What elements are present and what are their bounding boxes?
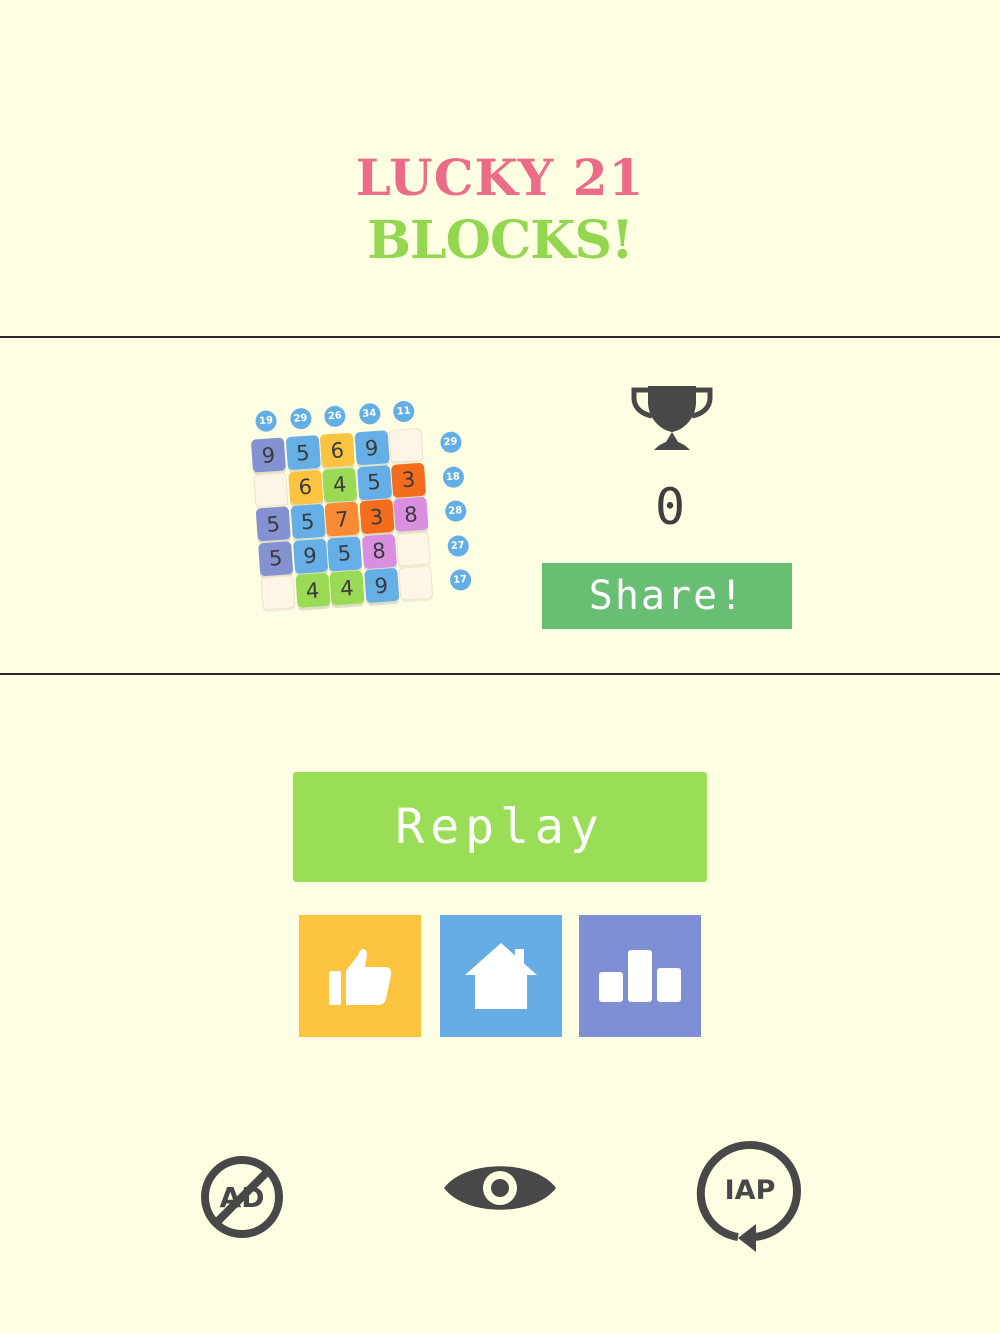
iap-restore-icon: IAP <box>696 1140 802 1252</box>
empty-block <box>253 471 289 508</box>
thumbs-up-icon <box>329 949 392 1005</box>
number-block: 5 <box>285 435 321 471</box>
restore-iap-button[interactable]: IAP <box>694 1138 806 1254</box>
empty-block <box>260 575 296 611</box>
number-block: 9 <box>354 430 390 466</box>
game-board-preview: 19 29 26 34 11 29 18 28 27 17 9 5 6 9 6 4 5 3 5 5 7 3 8 5 9 5 8 4 4 9 <box>236 384 492 636</box>
row-sum-badge: 28 <box>444 499 467 523</box>
no-ads-icon: AD <box>201 1156 283 1238</box>
leaderboard-button[interactable] <box>579 915 701 1037</box>
number-block: 5 <box>326 535 363 572</box>
number-block: 5 <box>290 503 326 540</box>
number-block: 4 <box>322 467 358 503</box>
number-block: 6 <box>287 469 323 505</box>
home-button[interactable] <box>440 915 562 1037</box>
number-block: 9 <box>250 437 287 473</box>
number-block: 5 <box>356 464 392 500</box>
column-sum-badge: 11 <box>392 400 415 423</box>
like-button[interactable] <box>299 915 421 1037</box>
number-block: 3 <box>358 499 395 535</box>
column-sum-badge: 19 <box>254 409 278 433</box>
column-sum-badge: 34 <box>358 402 381 426</box>
number-block: 9 <box>292 538 328 574</box>
share-button[interactable]: Share! <box>542 563 792 629</box>
game-title-line1: LUCKY 21 <box>355 148 645 207</box>
empty-block <box>395 531 431 567</box>
number-block: 8 <box>393 496 429 532</box>
no-ads-label: AD <box>220 1181 265 1214</box>
number-block: 6 <box>319 432 355 468</box>
view-button[interactable] <box>440 1155 560 1221</box>
number-block: 4 <box>294 572 331 608</box>
number-block: 5 <box>258 540 294 576</box>
iap-label: IAP <box>725 1175 776 1206</box>
number-block: 5 <box>255 506 291 542</box>
row-sum-badge: 29 <box>439 431 462 454</box>
empty-block <box>398 565 434 601</box>
game-title-line2: BLOCKS! <box>367 210 634 271</box>
home-icon <box>465 943 537 1009</box>
eye-icon <box>444 1166 556 1210</box>
row-sum-badge: 18 <box>441 465 465 488</box>
number-block: 4 <box>329 570 365 606</box>
column-sum-badge: 29 <box>289 407 312 430</box>
number-block: 7 <box>324 501 360 537</box>
empty-block <box>388 427 424 464</box>
leaderboard-icon <box>599 950 681 1002</box>
number-block: 3 <box>390 462 427 498</box>
column-sum-badge: 26 <box>323 405 347 428</box>
number-block: 8 <box>361 533 397 569</box>
number-block: 9 <box>363 567 399 604</box>
best-score: 0 <box>654 478 686 536</box>
row-sum-badge: 27 <box>446 534 469 557</box>
top-divider <box>0 336 1000 338</box>
row-sum-badge: 17 <box>448 568 472 592</box>
remove-ads-button[interactable]: AD <box>198 1153 286 1241</box>
replay-button[interactable]: Replay <box>293 772 707 882</box>
bottom-divider <box>0 673 1000 675</box>
trophy-icon <box>631 386 713 450</box>
